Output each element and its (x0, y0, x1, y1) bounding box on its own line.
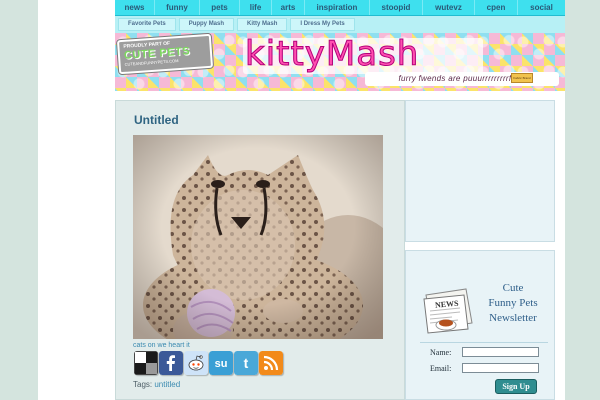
nav-item-inspiration[interactable]: inspiration (305, 0, 370, 15)
newsletter-divider (420, 342, 548, 343)
cheetah-cub-illustration (133, 135, 383, 339)
photo-caption[interactable]: cats on we heart it (133, 342, 190, 349)
delicious-icon[interactable] (134, 351, 158, 375)
svg-text:t: t (244, 355, 249, 371)
nav-item-social[interactable]: social (518, 0, 565, 15)
sidebar-widget-empty (405, 100, 555, 242)
header-banner: PROUDLY PART OF CUTE PETS CUTEANDFUNNYPE… (115, 33, 565, 91)
subnav-item-favorite-pets[interactable]: Favorite Pets (118, 18, 176, 31)
site-logo[interactable]: kittyMash (244, 34, 419, 75)
fabric-stamp: Fabric Brand (511, 73, 533, 83)
name-label: Name: (430, 348, 452, 357)
reddit-icon[interactable] (184, 351, 208, 375)
sign-up-button[interactable]: Sign Up (495, 379, 537, 394)
name-field[interactable] (462, 347, 539, 357)
newsletter-title-line-2: Funny Pets (488, 297, 538, 309)
blog-post: Untitled cats on we heart it su t Tags: … (115, 100, 405, 400)
primary-nav: news funny pets life arts inspiration st… (115, 0, 565, 16)
tag-link-untitled[interactable]: untitled (154, 380, 180, 389)
nav-item-life[interactable]: life (240, 0, 272, 15)
nav-item-funny[interactable]: funny (155, 0, 200, 15)
nav-item-wutevz[interactable]: wutevz (423, 0, 475, 15)
tags-label: Tags: (133, 380, 153, 389)
newsletter-widget: NEWS Cute Funny Pets Newsletter Name: Em… (405, 250, 555, 400)
share-buttons: su t (134, 351, 284, 375)
page-background-left (0, 0, 38, 400)
page-background-right (562, 0, 600, 400)
nav-item-arts[interactable]: arts (272, 0, 305, 15)
stumbleupon-icon[interactable]: su (209, 351, 233, 375)
nav-item-cpen[interactable]: cpen (475, 0, 518, 15)
cute-pets-badge[interactable]: PROUDLY PART OF CUTE PETS CUTEANDFUNNYPE… (116, 33, 214, 75)
newsletter-title-line-1: Cute (502, 282, 524, 294)
subnav-item-i-dress-my-pets[interactable]: I Dress My Pets (290, 18, 355, 31)
post-tags: Tags: untitled (133, 380, 180, 389)
rss-icon[interactable] (259, 351, 283, 375)
svg-text:su: su (215, 358, 228, 370)
post-photo-cheetah-cub[interactable] (133, 135, 383, 339)
post-title[interactable]: Untitled (134, 113, 179, 127)
nav-item-stoopid[interactable]: stoopid (370, 0, 423, 15)
email-field[interactable] (462, 363, 539, 373)
facebook-icon[interactable] (159, 351, 183, 375)
subnav-item-kitty-mash[interactable]: Kitty Mash (237, 18, 288, 31)
newsletter-title: Cute Funny Pets Newsletter (472, 281, 554, 326)
twitter-icon[interactable]: t (234, 351, 258, 375)
nav-item-news[interactable]: news (115, 0, 155, 15)
secondary-nav: Favorite Pets Puppy Mash Kitty Mash I Dr… (115, 16, 565, 33)
newsletter-title-line-3: Newsletter (489, 312, 537, 324)
subnav-item-puppy-mash[interactable]: Puppy Mash (178, 18, 235, 31)
email-label: Email: (430, 364, 452, 373)
nav-item-pets[interactable]: pets (200, 0, 240, 15)
